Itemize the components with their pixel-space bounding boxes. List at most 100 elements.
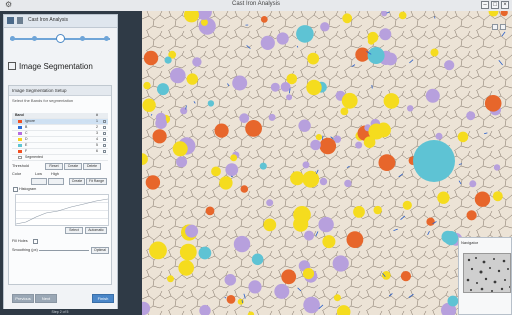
color-swatch bbox=[18, 144, 22, 147]
phase-particle bbox=[268, 113, 276, 121]
smoothing-slider[interactable] bbox=[39, 250, 89, 251]
step-dot[interactable] bbox=[10, 36, 15, 41]
band-value: 2 bbox=[96, 125, 98, 129]
phase-particle bbox=[306, 79, 322, 96]
color-swatch bbox=[18, 150, 22, 153]
step-dot-current[interactable] bbox=[56, 34, 65, 43]
threshold-label: Threshold bbox=[12, 164, 29, 168]
document-icon[interactable] bbox=[17, 17, 23, 24]
monitor-icon[interactable] bbox=[7, 17, 14, 24]
phase-particle bbox=[457, 131, 469, 143]
phase-particle bbox=[296, 25, 314, 43]
navigator-panel[interactable]: Navigator bbox=[458, 237, 512, 315]
phase-particle bbox=[298, 119, 311, 132]
range-create-button[interactable]: Create bbox=[69, 178, 85, 185]
phase-particle bbox=[293, 216, 309, 232]
high-input[interactable] bbox=[48, 178, 64, 185]
histogram-plot[interactable] bbox=[15, 194, 109, 226]
low-input[interactable] bbox=[31, 178, 47, 185]
previous-button[interactable]: Previous bbox=[12, 294, 34, 303]
low-label: Low bbox=[35, 172, 42, 176]
phase-particle bbox=[172, 141, 188, 157]
graphite-flake bbox=[371, 85, 373, 89]
phase-particle bbox=[232, 75, 248, 91]
band-checkbox[interactable] bbox=[103, 132, 106, 135]
phase-particle bbox=[303, 296, 320, 314]
color-label: Color bbox=[12, 172, 22, 176]
phase-particle bbox=[426, 217, 435, 226]
fill-holes-checkbox[interactable] bbox=[33, 239, 38, 244]
finish-button[interactable]: Finish bbox=[92, 294, 114, 303]
viewport-tools bbox=[492, 24, 506, 30]
band-checkbox[interactable] bbox=[103, 144, 106, 147]
phase-particle bbox=[367, 37, 375, 45]
automatic-button[interactable]: Automatic bbox=[85, 227, 107, 234]
fit-range-button[interactable]: Fit Range bbox=[86, 178, 107, 185]
color-swatch bbox=[18, 120, 22, 123]
fit-icon[interactable] bbox=[492, 24, 498, 30]
segmented-micrograph[interactable] bbox=[142, 11, 512, 315]
image-viewport[interactable] bbox=[142, 11, 512, 315]
band-checkbox[interactable] bbox=[103, 150, 106, 153]
zoom-icon[interactable] bbox=[500, 24, 506, 30]
phase-particle bbox=[214, 123, 229, 138]
phase-particle bbox=[368, 123, 385, 140]
phase-particle bbox=[226, 295, 236, 304]
section-title-text: Image Segmentation bbox=[19, 62, 93, 71]
panel-splitter[interactable] bbox=[120, 11, 142, 315]
phase-particle bbox=[155, 112, 166, 123]
phase-particle bbox=[207, 100, 215, 107]
close-icon[interactable]: × bbox=[501, 1, 509, 9]
fill-holes-label: Fill Holes bbox=[12, 239, 28, 243]
minimize-icon[interactable]: – bbox=[481, 1, 489, 9]
phase-particle bbox=[286, 94, 293, 101]
band-name: Segmented bbox=[25, 155, 43, 159]
color-swatch bbox=[18, 138, 22, 141]
step-dot[interactable] bbox=[104, 36, 109, 41]
band-name: B bbox=[25, 125, 28, 129]
phase-particle bbox=[251, 253, 264, 266]
phase-particle bbox=[200, 18, 208, 26]
phase-particle bbox=[245, 120, 262, 137]
histogram-checkbox[interactable] bbox=[13, 187, 18, 192]
phase-particle bbox=[379, 28, 392, 41]
wizard-footer: Previous Next Finish bbox=[4, 291, 117, 311]
phase-particle bbox=[332, 255, 349, 272]
phase-particle bbox=[225, 163, 239, 177]
window-controls: – □ × bbox=[481, 1, 509, 9]
maximize-icon[interactable]: □ bbox=[491, 1, 499, 9]
color-swatch bbox=[18, 156, 22, 159]
select-button[interactable]: Select bbox=[65, 227, 83, 234]
phase-particle bbox=[280, 82, 291, 92]
phase-particle bbox=[270, 82, 280, 92]
reset-button[interactable]: Reset bbox=[45, 163, 63, 170]
phase-particle bbox=[373, 205, 382, 215]
phase-particle bbox=[319, 137, 337, 155]
phase-particle bbox=[186, 73, 198, 85]
phase-particle bbox=[320, 22, 330, 32]
next-step-button[interactable]: Next bbox=[35, 294, 57, 303]
phase-particle bbox=[263, 218, 277, 232]
delete-button[interactable]: Delete bbox=[83, 163, 101, 170]
histogram-curve bbox=[16, 198, 108, 225]
phase-particle bbox=[400, 271, 411, 282]
create-button[interactable]: Create bbox=[64, 163, 82, 170]
navigator-thumbnail[interactable] bbox=[463, 253, 511, 293]
band-checkbox[interactable] bbox=[103, 126, 106, 129]
column-header: Band bbox=[15, 113, 24, 117]
phase-particle bbox=[205, 206, 215, 216]
step-dot[interactable] bbox=[80, 36, 85, 41]
table-row[interactable]: Segmented bbox=[12, 155, 108, 161]
phase-particle bbox=[447, 295, 459, 307]
band-checkbox[interactable] bbox=[103, 138, 106, 141]
step-dot[interactable] bbox=[32, 36, 37, 41]
smoothing-select[interactable]: Optimal bbox=[91, 247, 109, 254]
phase-particle bbox=[179, 243, 197, 261]
band-name: E bbox=[25, 143, 28, 147]
phase-particle bbox=[484, 95, 502, 112]
phase-particle bbox=[152, 129, 167, 144]
phase-particle bbox=[290, 171, 305, 186]
band-checkbox[interactable] bbox=[103, 120, 106, 123]
phase-particle bbox=[443, 231, 459, 246]
band-name: C bbox=[25, 131, 28, 135]
